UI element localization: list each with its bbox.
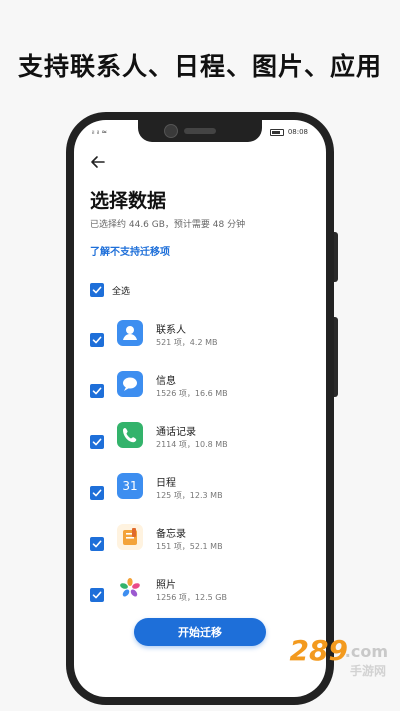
phone-screen: ᵢₗ ᵢₗ ≈ 08:08 选择数据 已选择约 44.6 GB，预计需要 48 … xyxy=(74,120,326,697)
select-all-label: 全选 xyxy=(112,287,131,297)
battery-icon xyxy=(269,128,284,136)
item-name: 信息 xyxy=(156,376,176,387)
watermark-domain: .com xyxy=(344,642,388,661)
check-icon xyxy=(92,387,102,395)
list-item[interactable]: 31 日程 125 项，12.3 MB xyxy=(74,468,326,518)
item-checkbox[interactable] xyxy=(90,384,104,398)
calendar-icon: 31 xyxy=(117,473,143,499)
check-icon xyxy=(92,286,102,294)
item-name: 照片 xyxy=(156,580,176,591)
check-icon xyxy=(92,540,102,548)
messages-icon xyxy=(117,371,143,397)
watermark-name: 手游网 xyxy=(349,664,386,678)
item-checkbox[interactable] xyxy=(90,333,104,347)
watermark-number: 289 xyxy=(289,634,348,667)
check-icon xyxy=(92,336,102,344)
list-item[interactable]: 信息 1526 项，16.6 MB xyxy=(74,366,326,416)
item-name: 日程 xyxy=(156,478,176,489)
item-detail: 2114 项，10.8 MB xyxy=(156,440,228,449)
item-name: 联系人 xyxy=(156,325,186,336)
volume-button xyxy=(334,232,338,282)
item-checkbox[interactable] xyxy=(90,435,104,449)
page-title: 选择数据 xyxy=(90,190,167,212)
item-checkbox[interactable] xyxy=(90,486,104,500)
item-detail: 521 项，4.2 MB xyxy=(156,338,218,347)
power-button xyxy=(334,317,338,397)
item-name: 备忘录 xyxy=(156,529,186,540)
start-migration-button[interactable]: 开始迁移 xyxy=(134,618,266,646)
item-detail: 1526 项，16.6 MB xyxy=(156,389,228,398)
promo-title: 支持联系人、日程、图片、应用 xyxy=(17,52,382,81)
item-checkbox[interactable] xyxy=(90,537,104,551)
status-right: 08:08 xyxy=(269,128,308,136)
list-item[interactable]: 联系人 521 项，4.2 MB xyxy=(74,315,326,365)
unsupported-items-link[interactable]: 了解不支持迁移项 xyxy=(90,243,170,258)
item-detail: 151 项，52.1 MB xyxy=(156,542,223,551)
speaker-grill xyxy=(184,128,216,134)
select-all-checkbox[interactable] xyxy=(90,283,104,297)
watermark-logo: 289 .com 手游网 xyxy=(274,632,394,682)
list-item[interactable]: 备忘录 151 项，52.1 MB xyxy=(74,519,326,569)
phone-frame: ᵢₗ ᵢₗ ≈ 08:08 选择数据 已选择约 44.6 GB，预计需要 48 … xyxy=(66,112,338,705)
check-icon xyxy=(92,489,102,497)
check-icon xyxy=(92,591,102,599)
camera-icon xyxy=(164,124,178,138)
item-detail: 125 项，12.3 MB xyxy=(156,491,223,500)
status-time: 08:08 xyxy=(287,128,308,136)
page-subtitle: 已选择约 44.6 GB，预计需要 48 分钟 xyxy=(90,220,246,230)
notes-icon xyxy=(117,524,143,550)
item-checkbox[interactable] xyxy=(90,588,104,602)
item-name: 通话记录 xyxy=(156,427,196,438)
list-item[interactable]: 照片 1256 项，12.5 GB xyxy=(74,570,326,620)
signal-status: ᵢₗ ᵢₗ ≈ xyxy=(92,128,108,136)
check-icon xyxy=(92,438,102,446)
list-item[interactable]: 通话记录 2114 项，10.8 MB xyxy=(74,417,326,467)
phone-icon xyxy=(117,422,143,448)
item-detail: 1256 项，12.5 GB xyxy=(156,593,227,602)
photos-icon xyxy=(117,575,143,601)
back-arrow-icon[interactable] xyxy=(88,152,108,172)
notch xyxy=(138,120,262,142)
contacts-icon xyxy=(117,320,143,346)
